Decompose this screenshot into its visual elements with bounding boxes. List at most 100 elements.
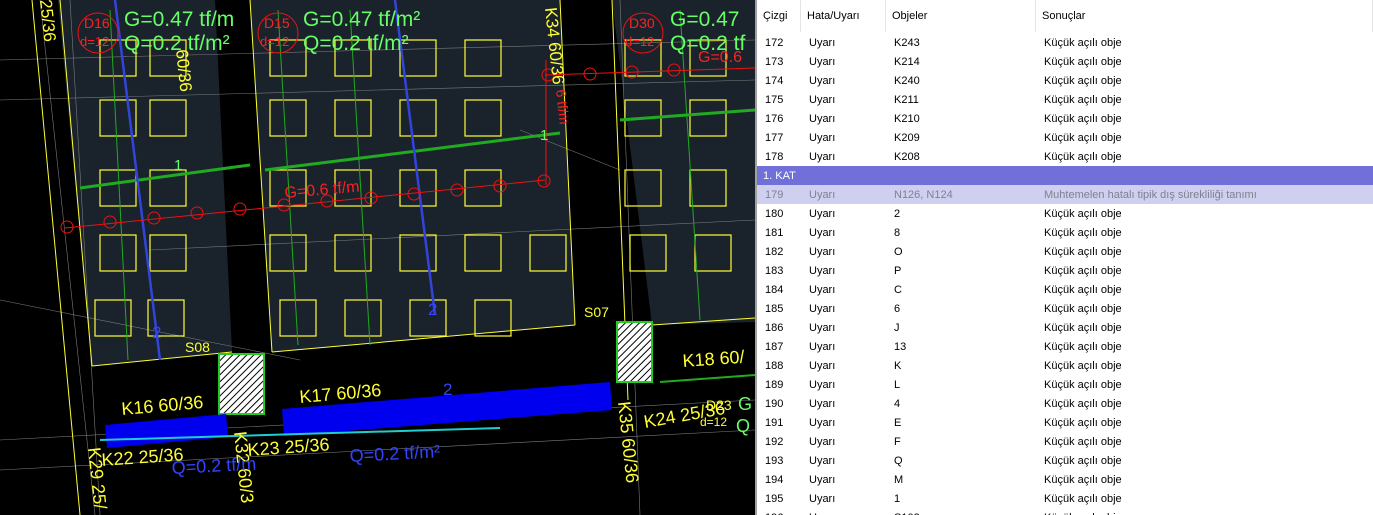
cell-r: Küçük açılı obje — [1036, 512, 1373, 515]
cell-t: Uyarı — [809, 454, 836, 467]
cell-r: Küçük açılı obje — [1044, 207, 1122, 220]
cell-n: 182 — [765, 245, 784, 258]
error-warning-list[interactable]: Çizgi Hata/Uyarı Objeler Sonuçlar 172 Uya… — [755, 0, 1373, 515]
cell-t: Uyarı — [809, 378, 836, 391]
cell-t: Uyarı — [809, 55, 836, 68]
cell-o: 8 — [894, 226, 901, 239]
mark-2-left: 2 — [152, 323, 161, 342]
table-row[interactable]: 183 Uyarı P Küçük açılı obje — [757, 261, 1373, 280]
table-row-selected[interactable]: 179 Uyarı N126, N124 Muhtemelen hatalı t… — [757, 185, 1373, 204]
cell-t: Uyarı — [809, 359, 836, 372]
cell-o: K211 — [894, 93, 919, 106]
cell-n: 195 — [765, 492, 784, 505]
cell-r: Küçük açılı obje — [1044, 36, 1122, 49]
table-row[interactable]: 180 Uyarı 2 Küçük açılı obje — [757, 204, 1373, 223]
table-row[interactable]: 181 Uyarı 8 Küçük açılı obje — [757, 223, 1373, 242]
cell-o: 1 — [894, 492, 901, 505]
column-s08[interactable] — [218, 353, 265, 415]
cell-r: Küçük açılı obje — [1044, 150, 1122, 163]
cell-o: K243 — [894, 36, 920, 49]
cell-t: Uyarı — [809, 207, 836, 220]
cell-n: 177 — [765, 131, 784, 144]
table-row[interactable]: 188 Uyarı K Küçük açılı obje — [757, 356, 1373, 375]
table-row[interactable]: 186 Uyarı J Küçük açılı obje — [757, 318, 1373, 337]
cell-r: Küçük açılı obje — [1044, 245, 1122, 258]
column-header-type[interactable]: Hata/Uyarı — [801, 0, 886, 32]
cell-t: Uyarı — [809, 264, 836, 277]
cell-r: Küçük açılı obje — [1044, 359, 1122, 372]
beam-label-k23: K23 25/36 — [247, 434, 330, 460]
list-header: Çizgi Hata/Uyarı Objeler Sonuçlar — [757, 0, 1373, 33]
cell-o: 13 — [894, 340, 907, 353]
table-row[interactable]: 177 Uyarı K209 Küçük açılı obje — [757, 128, 1373, 147]
cell-n: 187 — [765, 340, 784, 353]
cad-drawing-viewport[interactable]: D16 d=12 G=0.47 tf/m Q=0.2 tf/m² D15 d=1… — [0, 0, 755, 515]
load-fragment-g: G — [738, 394, 752, 414]
cell-n: 174 — [765, 74, 784, 87]
table-row[interactable]: 192 Uyarı F Küçük açılı obje — [757, 432, 1373, 451]
svg-text:D16: D16 — [84, 15, 110, 31]
table-row[interactable]: 173 Uyarı K214 Küçük açılı obje — [757, 52, 1373, 71]
cell-o: K240 — [894, 74, 920, 87]
cell-o: O — [894, 245, 903, 258]
beam-label-k35: K35 60/36 — [614, 400, 642, 484]
beam-k16[interactable] — [105, 414, 228, 448]
cell-n: 190 — [765, 397, 784, 410]
column-header-line[interactable]: Çizgi — [757, 0, 801, 32]
column-header-objects[interactable]: Objeler — [886, 0, 1036, 32]
table-row[interactable]: 176 Uyarı K210 Küçük açılı obje — [757, 109, 1373, 128]
svg-text:Q=0.2 tf/m²: Q=0.2 tf/m² — [303, 32, 409, 55]
cell-r: Küçük açılı obje — [1044, 321, 1122, 334]
table-row[interactable]: 191 Uyarı E Küçük açılı obje — [757, 413, 1373, 432]
table-row[interactable]: 185 Uyarı 6 Küçük açılı obje — [757, 299, 1373, 318]
table-row[interactable]: 184 Uyarı C Küçük açılı obje — [757, 280, 1373, 299]
table-row[interactable]: 196UyarıS103Küçük açılı obje — [757, 508, 1373, 515]
cell-o: L — [894, 378, 901, 391]
table-row[interactable]: 193 Uyarı Q Küçük açılı obje — [757, 451, 1373, 470]
cell-o: S103 — [886, 512, 1036, 515]
table-row[interactable]: 194 Uyarı M Küçük açılı obje — [757, 470, 1373, 489]
cell-n: 183 — [765, 264, 784, 277]
cell-o: K210 — [894, 112, 920, 125]
table-row[interactable]: 189 Uyarı L Küçük açılı obje — [757, 375, 1373, 394]
svg-text:G=0.47 tf/m: G=0.47 tf/m — [124, 8, 234, 31]
cell-r: Küçük açılı obje — [1044, 378, 1122, 391]
cell-o: K208 — [894, 150, 920, 163]
table-row[interactable]: 195 Uyarı 1 Küçük açılı obje — [757, 489, 1373, 508]
cell-o: 4 — [894, 397, 901, 410]
cell-r: Küçük açılı obje — [1044, 112, 1122, 125]
cell-r: Küçük açılı obje — [1044, 264, 1122, 277]
column-s07[interactable] — [616, 321, 653, 383]
table-row[interactable]: 174 Uyarı K240 Küçük açılı obje — [757, 71, 1373, 90]
cell-r: Küçük açılı obje — [1044, 340, 1122, 353]
cell-o: F — [894, 435, 901, 448]
table-row[interactable]: 182 Uyarı O Küçük açılı obje — [757, 242, 1373, 261]
column-header-results[interactable]: Sonuçlar — [1036, 0, 1373, 32]
group-header-floor[interactable]: 1. KAT — [757, 166, 1373, 185]
table-row[interactable]: 178 Uyarı K208 Küçük açılı obje — [757, 147, 1373, 166]
cell-n: 184 — [765, 283, 784, 296]
cad-canvas[interactable]: D16 d=12 G=0.47 tf/m Q=0.2 tf/m² D15 d=1… — [0, 0, 755, 515]
cell-o: P — [894, 264, 902, 277]
cell-n: 192 — [765, 435, 784, 448]
cell-r: Küçük açılı obje — [1044, 492, 1122, 505]
table-row[interactable]: 175 Uyarı K211 Küçük açılı obje — [757, 90, 1373, 109]
cell-o: 2 — [894, 207, 901, 220]
cell-n: 178 — [765, 150, 784, 163]
cell-t: Uyarı — [809, 226, 836, 239]
cell-n: 176 — [765, 112, 784, 125]
mark-1-right: 1 — [540, 127, 548, 144]
svg-text:G=0.47: G=0.47 — [670, 8, 739, 31]
cell-o: K — [894, 359, 902, 372]
cell-r: Küçük açılı obje — [1044, 416, 1122, 429]
table-row[interactable]: 190 Uyarı 4 Küçük açılı obje — [757, 394, 1373, 413]
cell-r: Küçük açılı obje — [1044, 131, 1122, 144]
beam-label-k18: K18 60/ — [682, 347, 745, 371]
cell-t: Uyarı — [809, 473, 836, 486]
table-row[interactable]: 172 Uyarı K243 Küçük açılı obje — [757, 33, 1373, 52]
cell-r: Küçük açılı obje — [1044, 283, 1122, 296]
cell-t: Uyarı — [809, 283, 836, 296]
cell-o: E — [894, 416, 902, 429]
cell-n: 191 — [765, 416, 784, 429]
table-row[interactable]: 187 Uyarı 13 Küçük açılı obje — [757, 337, 1373, 356]
